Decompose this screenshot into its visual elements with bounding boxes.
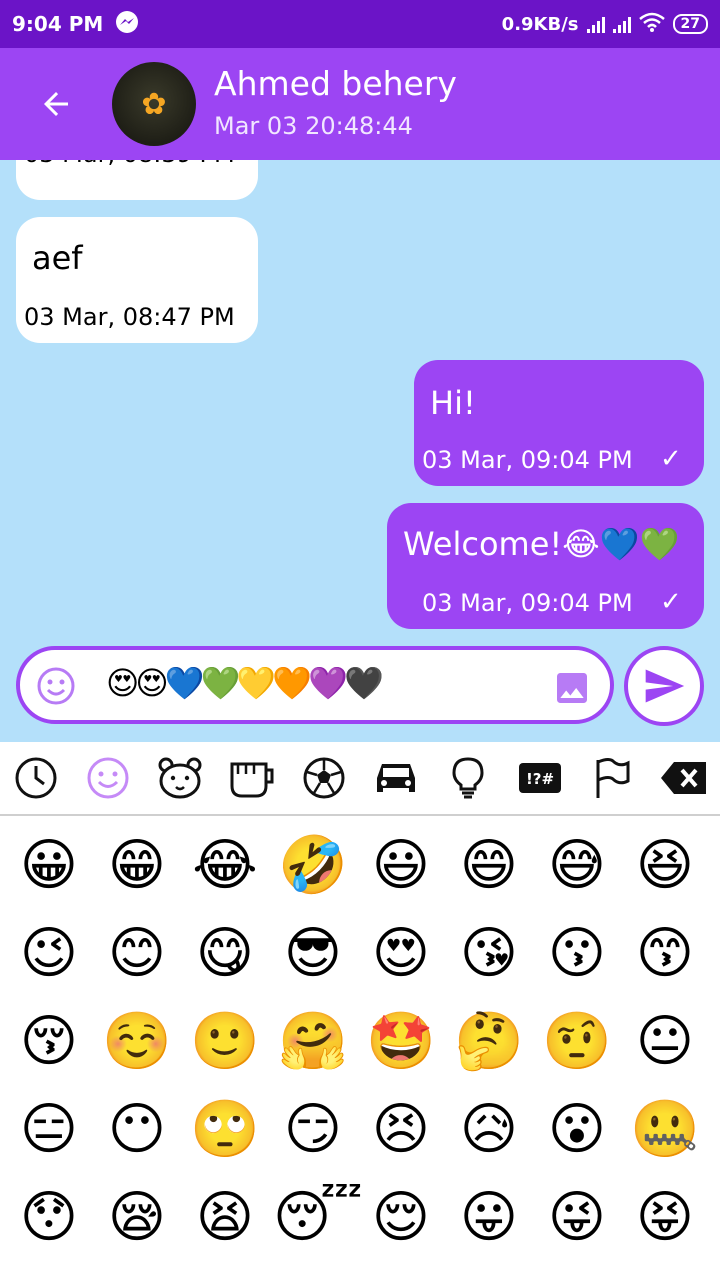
emoji-key[interactable]: 🤗 <box>273 1002 353 1082</box>
messenger-icon <box>115 10 139 39</box>
message-time: 03 Mar, 08:47 PM <box>24 303 235 331</box>
emoji-key[interactable]: 😋 <box>185 914 265 994</box>
send-icon <box>645 669 685 703</box>
food-icon[interactable] <box>228 754 276 802</box>
avatar[interactable]: ✿ <box>112 62 196 146</box>
message-input-box[interactable]: 😍😍💙💚💛🧡💜🖤 <box>16 646 614 724</box>
emoji-keyboard: !?# 😀 😁 😂 🤣 😃 😄 😅 😆 😉 😊 😋 😎 😍 😘 😗 😙 😚 ☺️ 🙂 🤗 🤩 🤔 🤨 😐 😑 😶 🙄 😏 😣 😥 😮 🤐 😯 😪 😫… <box>0 742 720 1280</box>
sent-check-icon: ✓ <box>660 444 682 474</box>
send-button[interactable] <box>624 646 704 726</box>
emoji-key[interactable]: 😫 <box>185 1178 265 1258</box>
emoji-key[interactable]: 😆 <box>625 826 705 906</box>
message-text: aef <box>32 239 83 277</box>
emoji-key[interactable]: 😝 <box>625 1178 705 1258</box>
signal-icon-2 <box>612 15 631 33</box>
emoji-key[interactable]: 😮 <box>537 1090 617 1170</box>
message-bubble-outgoing[interactable]: Welcome!😂💙💚 03 Mar, 09:04 PM ✓ <box>387 503 704 629</box>
back-button[interactable] <box>34 84 78 124</box>
emoji-key[interactable]: ☺️ <box>97 1002 177 1082</box>
emoji-key[interactable]: 😃 <box>361 826 441 906</box>
message-bubble-incoming[interactable]: 03 Mar, 08:39 PM <box>16 160 258 200</box>
emoji-key[interactable]: 😐 <box>625 1002 705 1082</box>
emoji-key[interactable]: 😙 <box>625 914 705 994</box>
flags-icon[interactable] <box>588 754 636 802</box>
wifi-icon <box>638 12 665 37</box>
backspace-icon[interactable] <box>660 754 708 802</box>
emoji-key[interactable]: 😣 <box>361 1090 441 1170</box>
emoji-key[interactable]: 🤐 <box>625 1090 705 1170</box>
message-input[interactable]: 😍😍💙💚💛🧡💜🖤 <box>106 664 384 702</box>
emoji-key[interactable]: 😌 <box>361 1178 441 1258</box>
last-seen: Mar 03 20:48:44 <box>214 112 413 140</box>
emoji-key[interactable]: 😀 <box>9 826 89 906</box>
svg-text:!?#: !?# <box>526 770 554 788</box>
message-time: 03 Mar, 08:39 PM <box>24 160 235 168</box>
emoji-key[interactable]: 😄 <box>449 826 529 906</box>
travel-icon[interactable] <box>372 754 420 802</box>
chat-header: ✿ Ahmed behery Mar 03 20:48:44 <box>0 48 720 160</box>
message-bubble-outgoing[interactable]: Hi! 03 Mar, 09:04 PM ✓ <box>414 360 704 486</box>
recent-icon[interactable] <box>12 754 60 802</box>
message-time: 03 Mar, 09:04 PM <box>422 446 633 474</box>
emoji-key[interactable]: 😜 <box>537 1178 617 1258</box>
emoji-key[interactable]: 😗 <box>537 914 617 994</box>
emoji-key[interactable]: 😍 <box>361 914 441 994</box>
emoji-key[interactable]: 🤩 <box>361 1002 441 1082</box>
emoji-key[interactable]: 😚 <box>9 1002 89 1082</box>
emoji-key[interactable]: 😊 <box>97 914 177 994</box>
emoji-key[interactable]: 😪 <box>97 1178 177 1258</box>
sent-check-icon: ✓ <box>660 587 682 617</box>
emoji-key[interactable]: 🤨 <box>537 1002 617 1082</box>
emoji-key[interactable]: 😅 <box>537 826 617 906</box>
emoji-toggle-button[interactable] <box>36 666 76 706</box>
emoji-key[interactable]: 😘 <box>449 914 529 994</box>
emoji-key[interactable]: 😁 <box>97 826 177 906</box>
emoji-key[interactable]: 😉 <box>9 914 89 994</box>
emoji-key[interactable]: 😶 <box>97 1090 177 1170</box>
message-time: 03 Mar, 09:04 PM <box>422 589 633 617</box>
network-speed: 0.9KB/s <box>501 13 579 35</box>
emoji-key[interactable]: 😴 <box>273 1178 363 1258</box>
emoji-key[interactable]: 🤣 <box>273 826 353 906</box>
status-time: 9:04 PM <box>12 12 104 36</box>
smileys-icon[interactable] <box>84 754 132 802</box>
emoji-key[interactable]: 😛 <box>449 1178 529 1258</box>
attach-image-button[interactable] <box>552 668 592 708</box>
emoji-key[interactable]: 😑 <box>9 1090 89 1170</box>
image-icon <box>557 673 587 703</box>
activities-icon[interactable] <box>300 754 348 802</box>
emoji-key[interactable]: 😏 <box>273 1090 353 1170</box>
objects-icon[interactable] <box>444 754 492 802</box>
emoji-key[interactable]: 😎 <box>273 914 353 994</box>
back-arrow-icon <box>44 92 68 116</box>
smiley-icon <box>37 667 75 705</box>
status-bar: 9:04 PM 0.9KB/s 27 <box>0 0 720 48</box>
emoji-key[interactable]: 🙄 <box>185 1090 265 1170</box>
contact-name: Ahmed behery <box>214 64 457 103</box>
signal-icon <box>586 15 605 33</box>
message-text: Welcome!😂💙💚 <box>403 525 680 563</box>
symbols-icon[interactable]: !?# <box>516 754 564 802</box>
emoji-key[interactable]: 🙂 <box>185 1002 265 1082</box>
message-bubble-incoming[interactable]: aef 03 Mar, 08:47 PM <box>16 217 258 343</box>
battery-indicator: 27 <box>672 14 708 34</box>
emoji-key[interactable]: 😥 <box>449 1090 529 1170</box>
emoji-key[interactable]: 😯 <box>9 1178 89 1258</box>
message-text: Hi! <box>430 384 476 422</box>
emoji-category-bar: !?# <box>0 742 720 816</box>
animals-icon[interactable] <box>156 754 204 802</box>
emoji-key[interactable]: 😂 <box>185 826 265 906</box>
emoji-key[interactable]: 🤔 <box>449 1002 529 1082</box>
